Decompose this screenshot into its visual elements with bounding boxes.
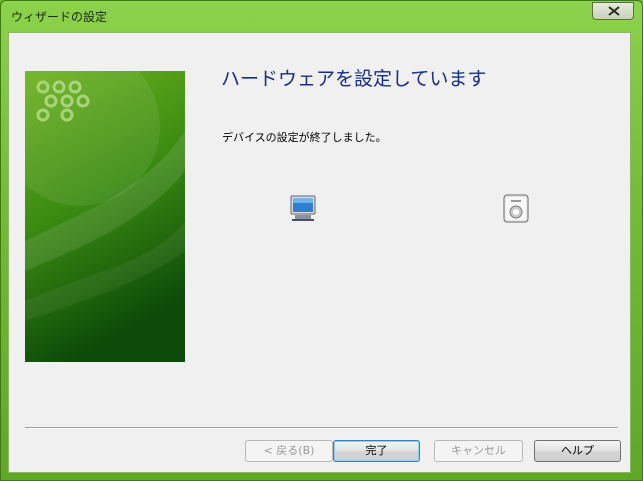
close-button[interactable] <box>592 2 634 20</box>
page-heading: ハードウェアを設定しています <box>221 68 487 90</box>
help-button[interactable]: ヘルプ <box>534 440 621 462</box>
device-icon <box>502 194 530 228</box>
title-bar[interactable]: ウィザードの設定 <box>1 1 642 32</box>
wizard-banner <box>25 71 185 362</box>
cancel-button[interactable]: キャンセル <box>434 440 523 462</box>
status-message: デバイスの設定が終了しました。 <box>222 131 387 144</box>
finish-button[interactable]: 完了 <box>333 440 420 462</box>
wizard-window: ウィザードの設定 ハードウェアを設定しています デバイスの設定が終了しました。 … <box>0 0 643 481</box>
button-divider <box>25 427 618 429</box>
window-title: ウィザードの設定 <box>11 10 108 24</box>
back-button[interactable]: < 戻る(B) <box>245 440 333 462</box>
close-icon <box>608 6 620 16</box>
wizard-body: ハードウェアを設定しています デバイスの設定が終了しました。 < 戻る(B) 完… <box>8 32 631 473</box>
computer-icon <box>289 194 317 226</box>
